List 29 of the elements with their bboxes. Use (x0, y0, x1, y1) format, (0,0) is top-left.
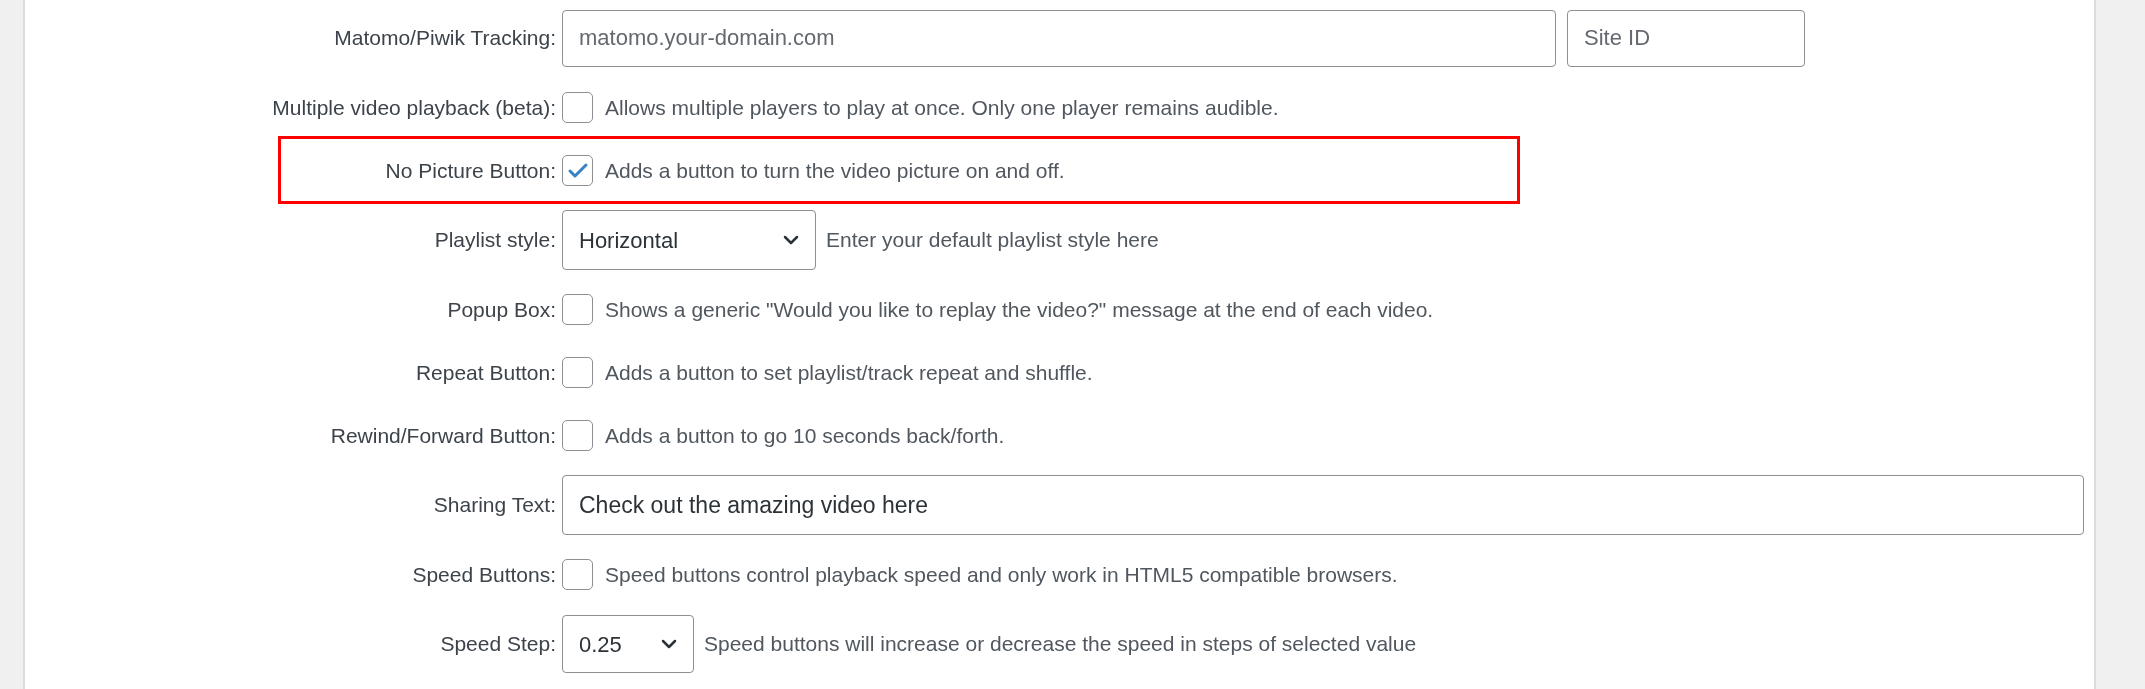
tracking-url-field[interactable]: matomo.your-domain.com (562, 9, 1556, 67)
checkbox[interactable] (562, 357, 593, 388)
setting-label: Speed Step: (440, 631, 556, 658)
setting-description: Shows a generic "Would you like to replay the video?" message at the end of each video. (605, 296, 1434, 323)
setting-label: Popup Box: (447, 296, 556, 323)
setting-label: No Picture Button: (385, 157, 556, 184)
setting-description: Enter your default playlist style here (826, 227, 1159, 254)
setting-description: Adds a button to set playlist/track repeat and shuffle. (605, 359, 1093, 386)
dropdown[interactable]: 0.25 (562, 615, 694, 673)
setting-label: Rewind/Forward Button: (330, 422, 556, 449)
checkbox[interactable] (562, 92, 593, 123)
sharing-text-field[interactable]: Check out the amazing video here (562, 475, 2084, 535)
setting-description: Speed buttons will increase or decrease the speed in steps of selected value (704, 631, 1417, 658)
setting-description: Speed buttons control playback speed and only work in HTML5 compatible browsers. (605, 561, 1398, 588)
dropdown[interactable]: Horizontal (562, 210, 816, 270)
checkbox[interactable] (562, 420, 593, 451)
setting-label: Matomo/Piwik Tracking: (334, 25, 556, 52)
setting-description: Adds a button to turn the video picture on and off. (605, 157, 1065, 184)
setting-label: Playlist style: (434, 227, 556, 254)
setting-label: Sharing Text: (433, 492, 556, 519)
setting-description: Adds a button to go 10 seconds back/forth. (605, 422, 1005, 449)
setting-label: Speed Buttons: (412, 561, 556, 588)
checkbox[interactable] (562, 294, 593, 325)
setting-description: Allows multiple players to play at once. Only one player remains audible. (605, 94, 1279, 121)
setting-label: Repeat Button: (415, 359, 556, 386)
setting-label: Multiple video playback (beta): (272, 94, 556, 121)
checkbox[interactable] (562, 155, 593, 186)
site-id-field[interactable]: Site ID (1567, 9, 1805, 67)
checkbox[interactable] (562, 559, 593, 590)
